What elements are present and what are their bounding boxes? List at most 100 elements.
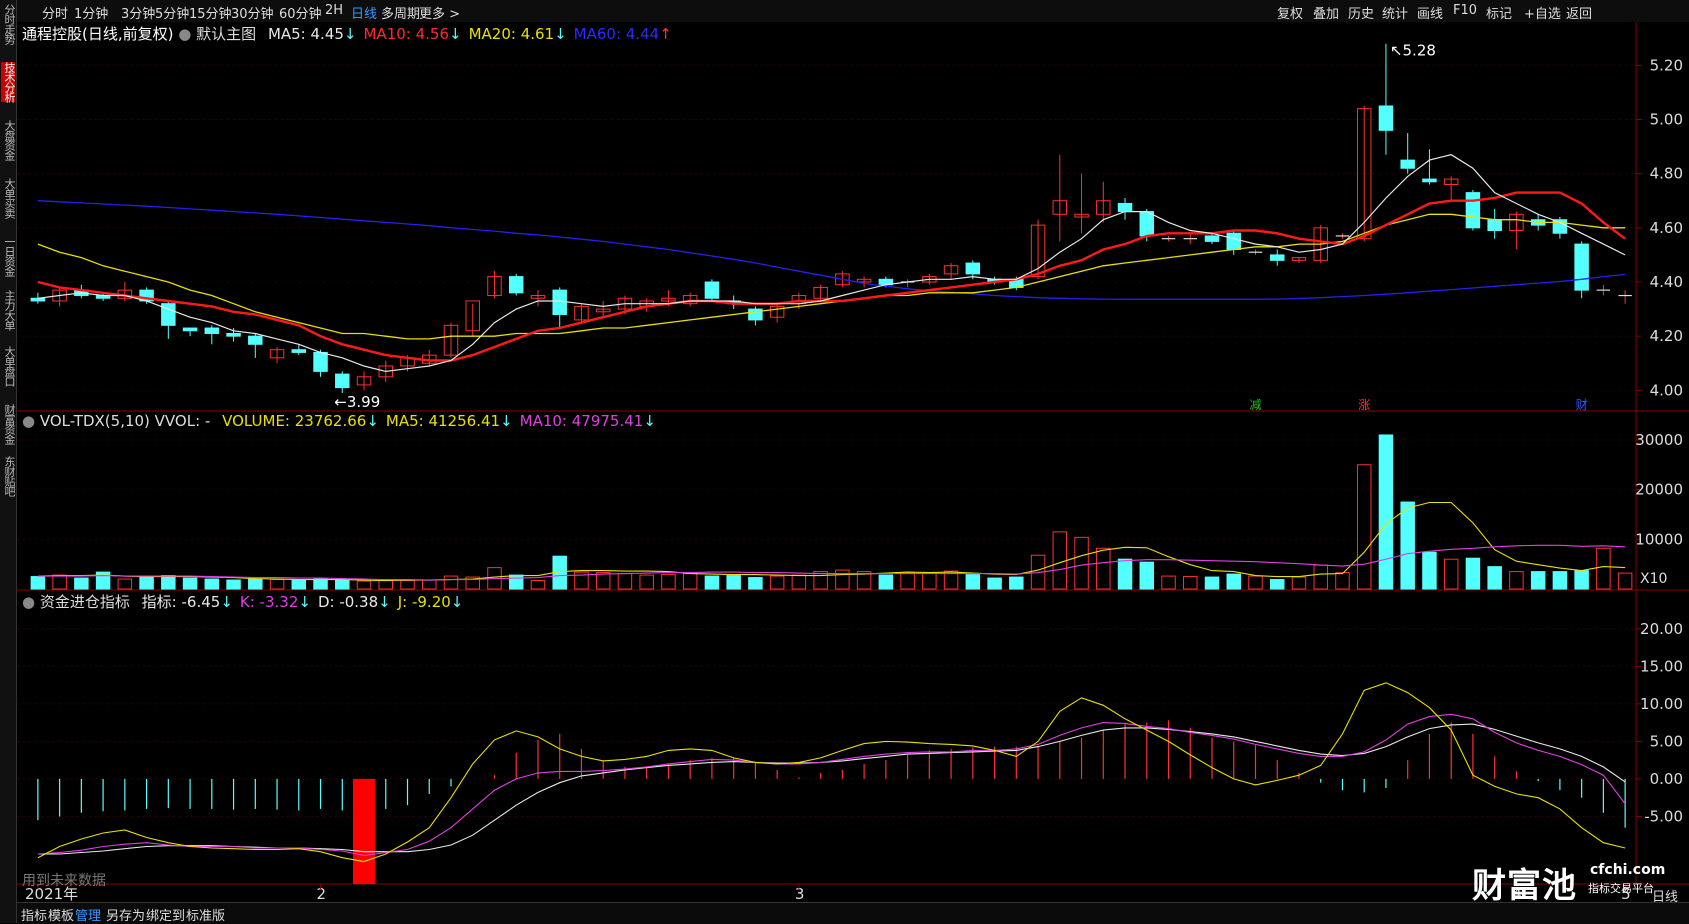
vol-indicator-name: VOL-TDX(5,10) VVOL: -	[39, 412, 211, 430]
volume-bar	[1226, 573, 1241, 590]
ind-arrow: ↓	[450, 593, 464, 611]
bottom-tab-2[interactable]: 管理	[75, 905, 101, 924]
volume-tick-label: 10000	[1635, 530, 1683, 548]
volume-bar	[1617, 572, 1633, 590]
price-tick-label: 4.00	[1650, 381, 1683, 399]
candle-body	[1465, 192, 1481, 229]
ma-arrow: ↑	[659, 25, 672, 43]
volume-bar	[248, 578, 263, 590]
x-axis-label: 3	[795, 885, 805, 903]
volume-tick-label: 20000	[1635, 481, 1683, 499]
volume-bar	[1335, 572, 1350, 590]
indicator-tick-label: 15.00	[1640, 657, 1683, 675]
price-tick-label: 5.20	[1650, 56, 1683, 74]
ind-value-2: D: -0.38↓	[318, 593, 391, 611]
vol-label: MA5: 41256.41	[385, 412, 501, 430]
event-marker: 涨	[1358, 397, 1370, 412]
volume-bar	[726, 575, 741, 590]
volume-bar	[1443, 558, 1459, 590]
volume-unit-label: X10	[1640, 571, 1668, 587]
template-name[interactable]: 默认主图	[196, 25, 256, 43]
candle-body	[30, 297, 46, 302]
future-data-note: 用到未来数据	[22, 873, 106, 889]
volume-bar	[813, 571, 828, 590]
indicator-tick-label: 5.00	[1650, 732, 1683, 750]
volume-bar	[161, 575, 176, 590]
volume-bar	[1139, 561, 1155, 590]
volume-bar	[74, 577, 89, 590]
vol-arrow: ↓	[366, 412, 379, 430]
stock-title: 通程控股(日线,前复权)	[22, 25, 174, 43]
ma-value-2: MA20: 4.61↓	[469, 25, 567, 43]
ind-label: J: -9.20	[397, 593, 451, 611]
volume-bar	[835, 569, 850, 590]
candle-body	[291, 349, 307, 353]
volume-bar	[1356, 464, 1372, 590]
volume-bar	[400, 580, 415, 590]
candle-body	[1204, 235, 1220, 242]
ma10-line	[37, 191, 1626, 362]
volume-bar	[1552, 571, 1568, 590]
bottom-tab-5[interactable]: 标准版	[186, 905, 225, 924]
candle-body	[1400, 159, 1415, 169]
ma-label: MA60: 4.44	[573, 25, 660, 43]
candle-body	[1422, 178, 1437, 183]
volume-bar	[769, 575, 785, 590]
volume-bar	[1487, 566, 1502, 590]
ind-value-3: J: -9.20↓	[398, 593, 464, 611]
indicator-j-line	[37, 682, 1626, 863]
candle-body	[1269, 254, 1285, 261]
volume-bar	[313, 578, 328, 590]
volume-bar	[1313, 564, 1328, 590]
volume-bar	[682, 573, 698, 590]
volume-bar	[530, 580, 546, 590]
candle-body	[1378, 105, 1394, 131]
volume-bar	[878, 574, 894, 590]
logo-url: cfchi.com	[1590, 862, 1666, 878]
volume-bar	[1009, 576, 1024, 590]
volume-bar	[139, 575, 154, 590]
low-price-label: ←3.99	[334, 393, 380, 411]
high-price-label: ↖5.28	[1390, 42, 1436, 60]
volume-bar	[922, 572, 937, 590]
indicator-k-line	[37, 713, 1626, 857]
vol-label: VOLUME: 23762.66	[222, 412, 367, 430]
volume-bar	[639, 574, 654, 590]
indicator-tick-label: 10.00	[1640, 695, 1683, 713]
candle-body	[1139, 211, 1155, 237]
volume-bar	[378, 580, 394, 590]
ma-value-0: MA5: 4.45↓	[268, 25, 357, 43]
vol-value-1: MA5: 41256.41↓	[386, 412, 513, 430]
bottom-tab-4[interactable]: 绑定到	[146, 905, 185, 924]
candle-body	[552, 289, 567, 315]
ind-arrow: ↓	[378, 593, 391, 611]
bottom-tab-0[interactable]: 指标	[21, 905, 47, 924]
candle-body	[1487, 219, 1502, 232]
volume-bar	[443, 575, 459, 590]
volume-bar	[1574, 570, 1589, 590]
ma-value-3: MA60: 4.44↑	[574, 25, 672, 43]
bottom-tab-bar: 指标 模板 管理 另存为 绑定到 标准版	[17, 902, 1689, 924]
volume-bar	[226, 579, 241, 590]
volume-bar	[1269, 579, 1285, 590]
ind-value-0: 指标: -6.45↓	[142, 593, 233, 611]
panel-settings-icon[interactable]: ●	[22, 412, 35, 430]
volume-bar	[1117, 558, 1133, 590]
ma-arrow: ↓	[554, 25, 567, 43]
volume-bar	[704, 575, 720, 590]
bottom-tab-3[interactable]: 另存为	[106, 905, 145, 924]
panel-settings-icon[interactable]: ●	[22, 593, 35, 611]
template-icon[interactable]: ●	[178, 25, 191, 43]
volume-bar	[1530, 571, 1546, 590]
volume-bar	[52, 574, 67, 590]
candle-body	[313, 351, 328, 372]
price-tick-label: 4.40	[1650, 273, 1683, 291]
event-marker: 减	[1249, 398, 1261, 412]
candle-body	[508, 276, 524, 294]
volume-bar	[1052, 531, 1068, 590]
indicator-panel-info: ● 资金进仓指标 指标: -6.45↓ K: -3.32↓ D: -0.38↓ J: …	[22, 591, 463, 612]
price-tick-label: 4.60	[1650, 219, 1683, 237]
volume-bar	[595, 572, 611, 590]
ind-label: K: -3.32	[239, 593, 299, 611]
bottom-tab-1[interactable]: 模板	[48, 905, 74, 924]
